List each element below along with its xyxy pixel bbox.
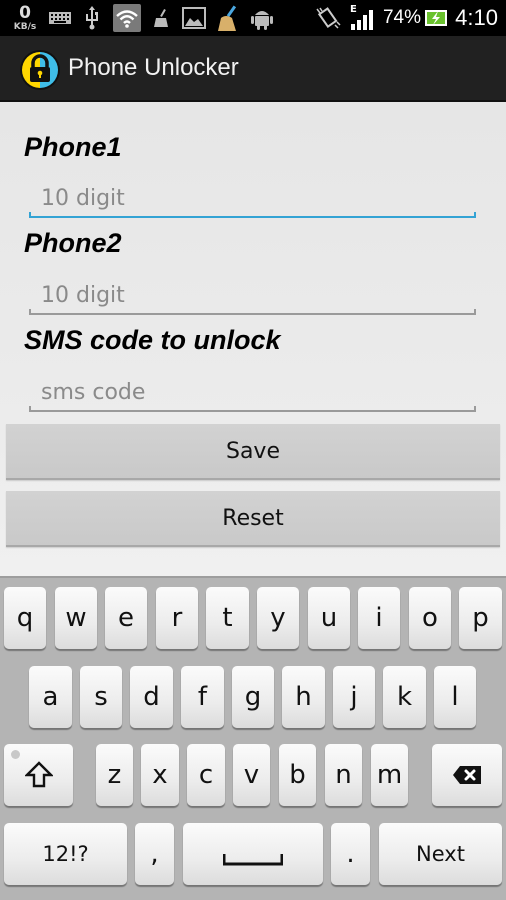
caps-lock-indicator [11, 750, 20, 759]
comma-key[interactable]: , [135, 823, 174, 885]
network-speed-value: 0 [19, 2, 31, 23]
app-bar: Phone Unlocker [0, 36, 506, 102]
space-key[interactable] [183, 823, 323, 885]
phone2-input[interactable] [29, 271, 476, 315]
rotate-icon [314, 0, 342, 36]
wifi-icon [113, 4, 141, 32]
phone2-label: Phone2 [24, 228, 122, 258]
key-n[interactable]: n [325, 744, 362, 806]
key-y[interactable]: y [257, 587, 299, 649]
next-key[interactable]: Next [379, 823, 502, 885]
key-o[interactable]: o [409, 587, 451, 649]
key-k[interactable]: k [383, 666, 426, 728]
key-s[interactable]: s [80, 666, 122, 728]
phone2-field[interactable] [29, 271, 476, 315]
network-speed: 0 KB/s [8, 0, 42, 36]
backspace-key[interactable] [432, 744, 502, 806]
key-r[interactable]: r [156, 587, 198, 649]
usb-icon [82, 0, 102, 36]
status-bar: 0 KB/s E 74% 4:10 [0, 0, 506, 36]
signal-icon: E [348, 0, 378, 36]
phone1-input[interactable] [29, 174, 476, 218]
key-t[interactable]: t [206, 587, 249, 649]
android-icon [249, 0, 275, 36]
space-icon [223, 854, 283, 866]
phone1-field[interactable] [29, 174, 476, 218]
key-z[interactable]: z [96, 744, 133, 806]
key-w[interactable]: w [55, 587, 97, 649]
image-icon [181, 0, 207, 36]
save-button[interactable]: Save [6, 424, 500, 480]
sms-code-label: SMS code to unlock [24, 325, 281, 355]
period-key[interactable]: . [331, 823, 370, 885]
phone1-label: Phone1 [24, 132, 122, 162]
soft-keyboard: q w e r t y u i o p a s d f g h j k l z … [0, 576, 506, 900]
key-d[interactable]: d [130, 666, 173, 728]
key-m[interactable]: m [371, 744, 408, 806]
network-type: E [350, 4, 357, 15]
key-j[interactable]: j [333, 666, 375, 728]
key-g[interactable]: g [232, 666, 274, 728]
symbols-key[interactable]: 12!? [4, 823, 127, 885]
phone1-underline [29, 212, 476, 218]
sms-code-input[interactable] [29, 368, 476, 412]
battery-percent: 74% [382, 7, 422, 28]
sms-code-field[interactable] [29, 368, 476, 412]
reset-button[interactable]: Reset [6, 491, 500, 547]
key-q[interactable]: q [4, 587, 46, 649]
cleaner-icon [150, 0, 172, 36]
sms-code-underline [29, 406, 476, 412]
keyboard-icon [48, 0, 72, 36]
key-a[interactable]: a [29, 666, 72, 728]
shift-key[interactable] [4, 744, 73, 806]
key-i[interactable]: i [358, 587, 400, 649]
key-x[interactable]: x [141, 744, 179, 806]
phone2-underline [29, 309, 476, 315]
shift-icon [24, 761, 53, 788]
unlock-form: Phone1 Phone2 SMS code to unlock Save Re… [0, 102, 506, 576]
lock-icon[interactable] [19, 49, 61, 91]
app-title: Phone Unlocker [68, 54, 239, 81]
key-e[interactable]: e [105, 587, 147, 649]
broom-icon [215, 0, 241, 36]
battery-icon [424, 0, 448, 36]
key-b[interactable]: b [279, 744, 316, 806]
key-p[interactable]: p [459, 587, 502, 649]
key-c[interactable]: c [187, 744, 225, 806]
key-v[interactable]: v [233, 744, 270, 806]
network-speed-unit: KB/s [13, 21, 37, 32]
backspace-icon [453, 766, 481, 784]
key-l[interactable]: l [434, 666, 476, 728]
key-h[interactable]: h [282, 666, 325, 728]
key-f[interactable]: f [181, 666, 224, 728]
key-u[interactable]: u [308, 587, 350, 649]
clock: 4:10 [455, 5, 498, 30]
